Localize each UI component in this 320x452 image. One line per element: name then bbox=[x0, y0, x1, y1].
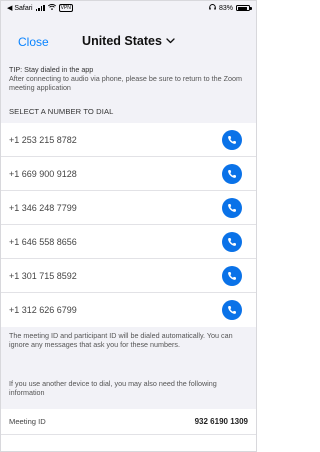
phone-screen: ◀ Safari VPN 83% Close United States TIP… bbox=[0, 0, 257, 452]
phone-number: +1 346 248 7799 bbox=[9, 202, 77, 213]
other-device-note: If you use another device to dial, you m… bbox=[9, 379, 217, 398]
call-button[interactable] bbox=[222, 266, 242, 286]
status-bar: ◀ Safari VPN 83% bbox=[1, 1, 256, 15]
phone-handset-icon bbox=[228, 204, 236, 212]
phone-number: +1 646 558 8656 bbox=[9, 236, 77, 247]
cellular-signal-icon bbox=[35, 5, 45, 11]
status-left: ◀ Safari VPN bbox=[7, 3, 73, 12]
headphones-icon bbox=[209, 4, 216, 12]
phone-handset-icon bbox=[228, 306, 236, 314]
call-button[interactable] bbox=[222, 164, 242, 184]
meeting-id-label: Meeting ID bbox=[9, 417, 46, 426]
vpn-badge: VPN bbox=[58, 4, 73, 12]
meeting-id-value: 932 6190 1309 bbox=[194, 417, 248, 426]
nav-bar: Close United States bbox=[1, 29, 256, 57]
phone-number: +1 669 900 9128 bbox=[9, 168, 77, 179]
page-title: United States bbox=[82, 34, 162, 48]
phone-handset-icon bbox=[228, 238, 236, 246]
battery-icon bbox=[236, 5, 252, 11]
dial-number-row[interactable]: +1 646 558 8656 bbox=[1, 225, 256, 259]
phone-number: +1 312 626 6799 bbox=[9, 305, 77, 315]
dial-number-list: +1 253 215 8782 +1 669 900 9128 +1 346 2… bbox=[1, 123, 256, 327]
wifi-icon bbox=[47, 3, 56, 12]
meeting-id-row: Meeting ID 932 6190 1309 bbox=[1, 409, 256, 435]
phone-number: +1 253 215 8782 bbox=[9, 134, 77, 145]
tip-body: After connecting to audio via phone, ple… bbox=[9, 74, 242, 93]
dial-number-row[interactable]: +1 253 215 8782 bbox=[1, 123, 256, 157]
dial-number-row[interactable]: +1 312 626 6799 bbox=[1, 293, 256, 327]
phone-handset-icon bbox=[228, 170, 236, 178]
meeting-info: Meeting ID 932 6190 1309 bbox=[1, 409, 256, 451]
dial-number-row[interactable]: +1 301 715 8592 bbox=[1, 259, 256, 293]
status-right: 83% bbox=[209, 4, 252, 12]
call-button[interactable] bbox=[222, 198, 242, 218]
auto-dial-note: The meeting ID and participant ID will b… bbox=[9, 331, 233, 350]
battery-percent: 83% bbox=[218, 4, 233, 12]
call-button[interactable] bbox=[222, 130, 242, 150]
call-button[interactable] bbox=[222, 300, 242, 320]
phone-number: +1 301 715 8592 bbox=[9, 270, 77, 281]
chevron-down-icon bbox=[166, 38, 175, 44]
call-button[interactable] bbox=[222, 232, 242, 252]
back-to-app-link[interactable]: ◀ Safari bbox=[7, 4, 33, 12]
section-header: SELECT A NUMBER TO DIAL bbox=[9, 107, 114, 116]
tip-title: TIP: Stay dialed in the app bbox=[9, 65, 94, 74]
tip-box: TIP: Stay dialed in the app After connec… bbox=[9, 65, 251, 93]
dial-number-row[interactable]: +1 346 248 7799 bbox=[1, 191, 256, 225]
country-selector[interactable]: United States bbox=[1, 34, 256, 48]
phone-handset-icon bbox=[228, 136, 236, 144]
dial-number-row[interactable]: +1 669 900 9128 bbox=[1, 157, 256, 191]
phone-handset-icon bbox=[228, 272, 236, 280]
